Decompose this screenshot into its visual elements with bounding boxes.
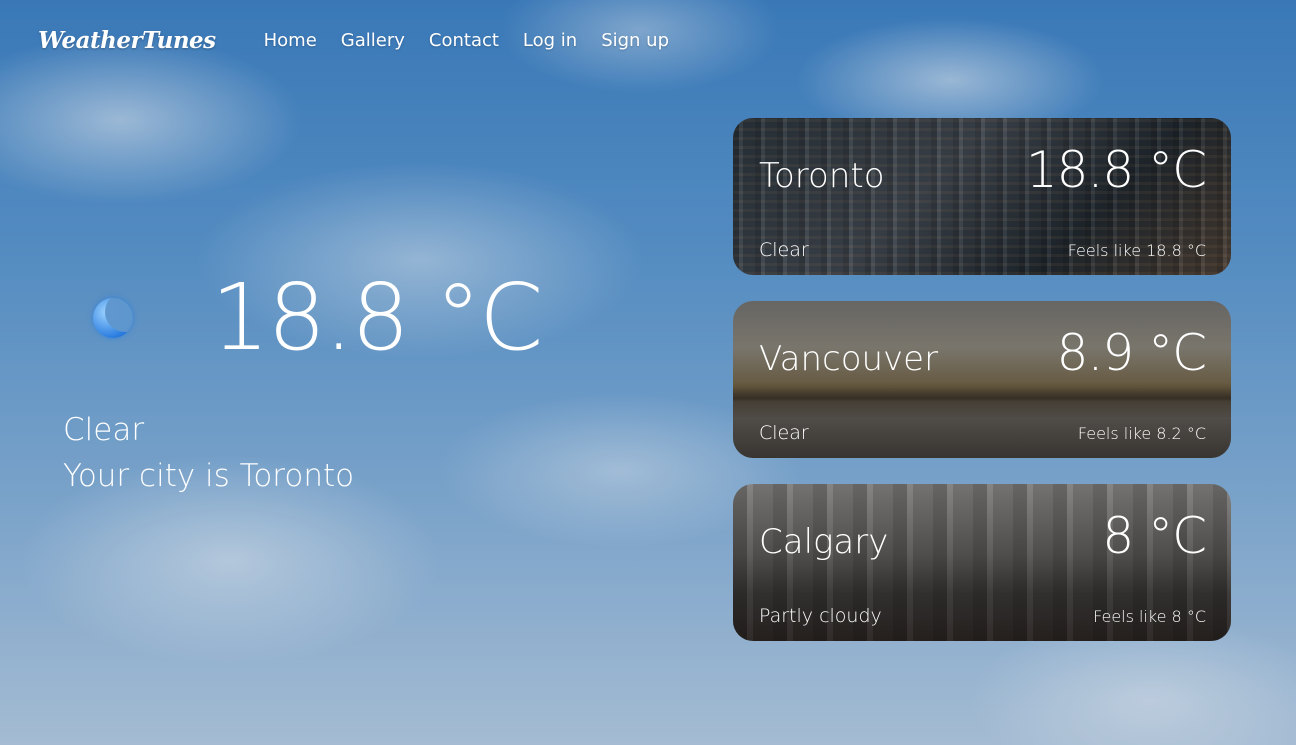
card-condition: Clear <box>759 239 809 261</box>
city-cards: Toronto 18.8 °C Clear Feels like 18.8 °C… <box>733 118 1231 667</box>
card-content: Calgary 8 °C Partly cloudy Feels like 8 … <box>733 484 1231 641</box>
moon-shape <box>93 298 133 338</box>
card-bottom-row: Partly cloudy Feels like 8 °C <box>759 605 1206 627</box>
card-content: Toronto 18.8 °C Clear Feels like 18.8 °C <box>733 118 1231 275</box>
navbar: WeatherTunes Home Gallery Contact Log in… <box>38 22 693 58</box>
card-top-row: Toronto 18.8 °C <box>759 141 1207 200</box>
nav-gallery[interactable]: Gallery <box>341 30 405 51</box>
card-city-name: Vancouver <box>759 339 939 379</box>
card-top-row: Calgary 8 °C <box>759 507 1207 566</box>
card-top-row: Vancouver 8.9 °C <box>759 324 1207 383</box>
city-card-vancouver[interactable]: Vancouver 8.9 °C Clear Feels like 8.2 °C <box>733 301 1231 458</box>
card-condition: Partly cloudy <box>759 605 882 627</box>
card-temperature: 8 °C <box>1102 507 1207 565</box>
card-temperature: 18.8 °C <box>1025 141 1207 199</box>
nav-login[interactable]: Log in <box>523 30 577 51</box>
card-feels-like: Feels like 8.2 °C <box>1077 424 1206 443</box>
nav-home[interactable]: Home <box>264 30 317 51</box>
card-feels-like: Feels like 18.8 °C <box>1067 241 1206 260</box>
card-bottom-row: Clear Feels like 18.8 °C <box>759 239 1206 261</box>
current-weather: 18.8 °C Clear Your city is Toronto <box>63 268 623 495</box>
current-temperature: 18.8 °C <box>211 264 543 371</box>
card-city-name: Toronto <box>759 156 885 196</box>
city-card-calgary[interactable]: Calgary 8 °C Partly cloudy Feels like 8 … <box>733 484 1231 641</box>
logo[interactable]: WeatherTunes <box>38 27 216 54</box>
current-weather-top: 18.8 °C <box>63 268 623 368</box>
nav-contact[interactable]: Contact <box>429 30 499 51</box>
current-condition: Clear <box>63 412 145 448</box>
card-content: Vancouver 8.9 °C Clear Feels like 8.2 °C <box>733 301 1231 458</box>
city-card-toronto[interactable]: Toronto 18.8 °C Clear Feels like 18.8 °C <box>733 118 1231 275</box>
crescent-moon-icon <box>89 294 137 342</box>
current-city: Your city is Toronto <box>63 458 355 494</box>
card-temperature: 8.9 °C <box>1056 324 1207 382</box>
card-city-name: Calgary <box>759 522 889 562</box>
card-condition: Clear <box>759 422 809 444</box>
nav-signup[interactable]: Sign up <box>601 30 669 51</box>
card-bottom-row: Clear Feels like 8.2 °C <box>759 422 1206 444</box>
card-feels-like: Feels like 8 °C <box>1093 607 1206 626</box>
